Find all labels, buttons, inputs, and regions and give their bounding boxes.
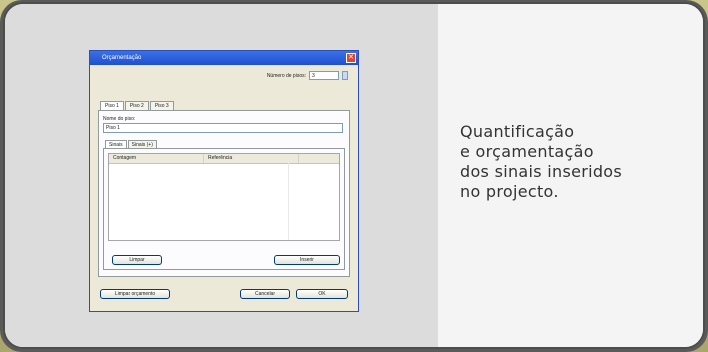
screenshot-pane: Orçamentação ✕ Número de pisos: 3 Piso 1… <box>5 4 438 347</box>
piso-panel: Nome do piso: Piso 1 Sinais Sinais (+) C… <box>98 110 350 277</box>
nome-piso-label: Nome do piso: <box>103 116 136 122</box>
orcamentacao-dialog: Orçamentação ✕ Número de pisos: 3 Piso 1… <box>89 50 359 312</box>
dialog-titlebar: Orçamentação ✕ <box>90 51 358 65</box>
dialog-title: Orçamentação <box>102 55 142 61</box>
limpar-orcamento-button[interactable]: Limpar orçamento <box>100 289 170 299</box>
sinais-panel: Contagem Referência Limpar Inserir <box>103 148 345 270</box>
limpar-button[interactable]: Limpar <box>112 255 162 265</box>
cancelar-button[interactable]: Cancelar <box>240 289 290 299</box>
num-pisos-label: Número de pisos: <box>266 72 306 79</box>
feature-caption: Quantificação e orçamentação dos sinais … <box>460 122 622 202</box>
nome-piso-input[interactable]: Piso 1 <box>103 123 343 133</box>
grid-body <box>109 163 339 240</box>
inserir-button[interactable]: Inserir <box>274 255 340 265</box>
column-referencia[interactable]: Referência <box>204 154 299 163</box>
close-button[interactable]: ✕ <box>346 53 356 63</box>
caption-line-2: e orçamentação <box>460 142 594 161</box>
sinais-grid[interactable]: Contagem Referência <box>108 153 340 241</box>
num-pisos-spinner[interactable] <box>342 71 348 80</box>
ok-button[interactable]: OK <box>296 289 348 299</box>
column-contagem[interactable]: Contagem <box>109 154 204 163</box>
num-pisos-input[interactable]: 3 <box>309 71 339 80</box>
caption-line-3: dos sinais inseridos <box>460 162 623 181</box>
feature-card: Orçamentação ✕ Número de pisos: 3 Piso 1… <box>3 2 705 349</box>
caption-line-1: Quantificação <box>460 122 575 141</box>
description-pane: Quantificação e orçamentação dos sinais … <box>438 4 703 347</box>
num-pisos-row: Número de pisos: 3 <box>267 71 348 80</box>
caption-line-4: no projecto. <box>460 182 559 201</box>
